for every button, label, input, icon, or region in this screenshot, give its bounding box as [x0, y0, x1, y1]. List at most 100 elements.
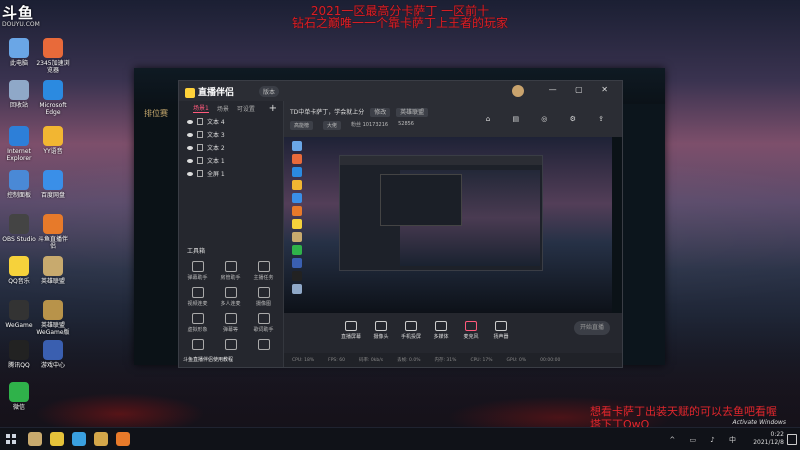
taskbar-app-icon[interactable]: [94, 432, 108, 446]
screen-capture-button[interactable]: 直播屏幕: [340, 320, 362, 340]
desktop-icon[interactable]: 控制面板: [2, 170, 36, 199]
status-item: CPU: 18%: [292, 357, 315, 363]
douyu-live-assistant: 直播伴侣 版本 — ▢ ✕ 场景1 场景 可设置 + 文本 4 文本 3 文本 2 文…: [178, 80, 623, 368]
tool-item[interactable]: 主播任务: [247, 261, 280, 281]
scene-item[interactable]: 文本 4: [179, 115, 283, 128]
desktop-icon[interactable]: YY语音: [36, 126, 70, 155]
tab-scene-1[interactable]: 场景1: [193, 103, 209, 113]
desktop-icon-label: 英雄联盟: [40, 278, 65, 285]
taskbar-app-icon[interactable]: [28, 432, 42, 446]
tool-item[interactable]: 弹幕助手: [181, 261, 214, 281]
scene-item[interactable]: 文本 3: [179, 128, 283, 141]
camera-button[interactable]: 摄像头: [370, 320, 392, 340]
tool-item[interactable]: 虚拟形象: [181, 313, 214, 333]
stat-item[interactable]: 高能榜: [290, 121, 314, 130]
tool-icon: [191, 261, 204, 272]
system-tray[interactable]: ^ ▭ ♪ 中: [669, 435, 742, 445]
stream-preview[interactable]: [284, 137, 622, 313]
preview-nested-window: [339, 155, 543, 271]
status-item: GPU: 0%: [506, 357, 527, 363]
lol-left-rail: [134, 104, 180, 365]
lock-icon[interactable]: [197, 157, 203, 164]
tutorial-link[interactable]: 斗鱼直播伴侣使用教程: [183, 356, 233, 363]
scene-item[interactable]: 文本 1: [179, 154, 283, 167]
app-icon: [9, 382, 29, 402]
phone-icon: [405, 320, 417, 331]
tab-settings[interactable]: 可设置: [237, 104, 255, 113]
desktop-icon-label: OBS Studio: [2, 236, 36, 243]
eye-icon[interactable]: [187, 158, 193, 163]
desktop-icon-label: YY语音: [43, 148, 63, 155]
desktop-icon[interactable]: QQ音乐: [2, 256, 36, 285]
mic-icon: [465, 320, 477, 331]
add-scene-icon[interactable]: +: [269, 103, 277, 114]
media-button[interactable]: 多媒体: [430, 320, 452, 340]
desktop-icon[interactable]: 游戏中心: [36, 340, 70, 369]
scene-item[interactable]: 全屏 1: [179, 167, 283, 180]
desktop-icon-label: 微信: [12, 404, 25, 411]
taskbar-app-icon[interactable]: [116, 432, 130, 446]
tool-item[interactable]: 房管助手: [214, 261, 247, 281]
speaker-button[interactable]: 扬声器: [490, 320, 512, 340]
status-bar: CPU: 18% FPS: 60 码率: 0kb/s 丢帧: 0.0% 内存: 31% C…: [284, 353, 622, 367]
lock-icon[interactable]: [197, 131, 203, 138]
eye-icon[interactable]: [187, 119, 193, 124]
desktop-icon[interactable]: 腾讯QQ: [2, 340, 36, 369]
app-icon: [43, 80, 63, 100]
tool-label: 歌词助手: [253, 327, 274, 333]
tool-item[interactable]: [214, 339, 247, 352]
category-chip[interactable]: 英雄联盟: [396, 108, 429, 117]
desktop-icon[interactable]: OBS Studio: [2, 214, 36, 243]
eye-icon[interactable]: [187, 132, 193, 137]
taskbar-clock[interactable]: 0:22 2021/12/8: [753, 431, 784, 447]
lock-icon[interactable]: [197, 170, 203, 177]
desktop-icon[interactable]: WeGame: [2, 300, 36, 329]
preview-app-icon: [292, 258, 302, 268]
desktop-icon[interactable]: 百度网盘: [36, 170, 70, 199]
app-icon: [9, 256, 29, 276]
tab-scene[interactable]: 场景: [217, 104, 229, 113]
taskbar-app-icon[interactable]: [50, 432, 64, 446]
tool-item[interactable]: 摄像图: [247, 287, 280, 307]
window-controls[interactable]: — ▢ ✕: [549, 85, 616, 94]
desktop-icon[interactable]: 英雄联盟: [36, 256, 70, 285]
app-titlebar: 直播伴侣 版本 — ▢ ✕: [179, 81, 622, 102]
windows-start-icon[interactable]: [6, 434, 16, 444]
tool-item[interactable]: [247, 339, 280, 352]
tool-label: 多人连麦: [220, 301, 241, 307]
desktop-icon[interactable]: Internet Explorer: [2, 126, 36, 162]
desktop-icon[interactable]: 斗鱼直播伴侣: [36, 214, 70, 250]
tool-item[interactable]: 多人连麦: [214, 287, 247, 307]
desktop-icon[interactable]: Microsoft Edge: [36, 80, 70, 116]
lock-icon[interactable]: [197, 144, 203, 151]
overlay-title-line2: 钻石之巅唯一一个靠卡萨丁上王者的玩家: [291, 16, 508, 30]
eye-icon[interactable]: [187, 145, 193, 150]
microphone-button[interactable]: 麦克风: [460, 320, 482, 340]
user-avatar[interactable]: [512, 85, 524, 97]
tool-item[interactable]: 视频连麦: [181, 287, 214, 307]
start-stream-button[interactable]: 开始直播: [574, 321, 610, 335]
eye-icon[interactable]: [187, 171, 193, 176]
lock-icon[interactable]: [197, 118, 203, 125]
desktop-icon[interactable]: 微信: [2, 382, 36, 411]
stat-item[interactable]: 大佬: [323, 121, 342, 130]
desktop-icon[interactable]: 此电脑: [2, 38, 36, 67]
tool-item[interactable]: [181, 339, 214, 352]
tool-item[interactable]: 歌词助手: [247, 313, 280, 333]
top-tool-icons[interactable]: ⌂ ▤ ◎ ⚙ ⇪: [486, 115, 614, 123]
phone-cast-button[interactable]: 手机投屏: [400, 320, 422, 340]
app-icon: [43, 214, 63, 234]
tool-item[interactable]: 弹幕等: [214, 313, 247, 333]
version-badge[interactable]: 版本: [259, 86, 280, 97]
app-icon: [9, 340, 29, 360]
desktop-icon[interactable]: 英雄联盟WeGame版: [36, 300, 70, 336]
scene-item[interactable]: 文本 2: [179, 141, 283, 154]
edit-title-button[interactable]: 修改: [370, 108, 391, 117]
taskbar-app-icon[interactable]: [72, 432, 86, 446]
douyu-logo: 斗鱼 DOUYU.COM: [2, 4, 40, 28]
desktop-icon[interactable]: 2345加速浏览器: [36, 38, 70, 74]
lol-ranked-label[interactable]: 排位赛: [144, 108, 168, 119]
status-item: 丢帧: 0.0%: [397, 358, 421, 363]
notification-icon[interactable]: [787, 434, 797, 445]
desktop-icon[interactable]: 回收站: [2, 80, 36, 109]
